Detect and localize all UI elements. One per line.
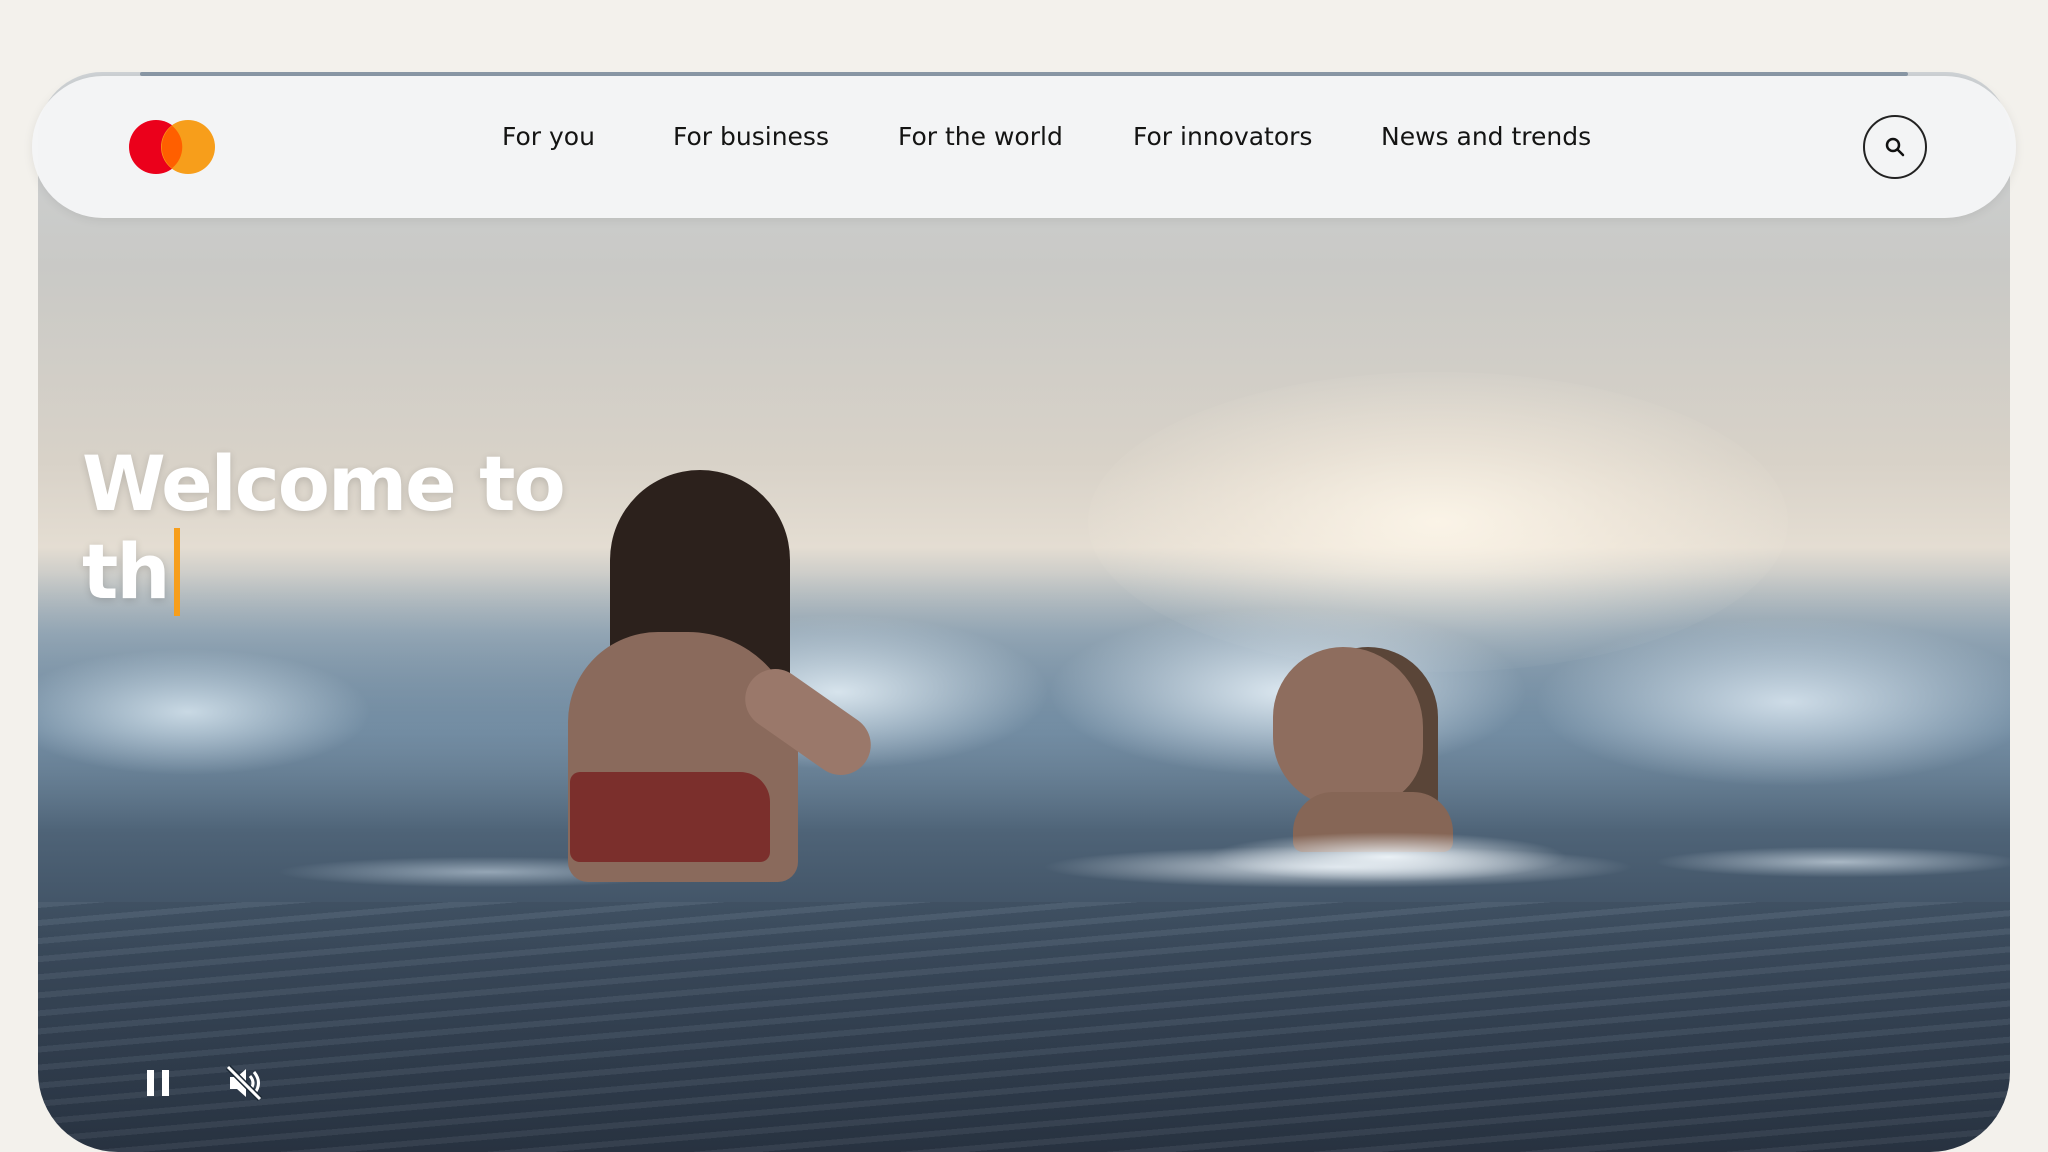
foam-around-swimmer [1208,832,1568,882]
nav-item-for-the-world[interactable]: For the world [898,122,1063,151]
search-icon [1885,137,1905,157]
nav-item-news-and-trends[interactable]: News and trends [1381,122,1591,151]
nav-links: For you For business For the world For i… [32,76,2016,218]
foam-line [38,832,2010,902]
main-navigation: For you For business For the world For i… [32,76,2016,218]
pause-button[interactable] [135,1060,181,1106]
search-button[interactable] [1863,115,1927,179]
typing-cursor [174,528,181,616]
muted-speaker-icon [225,1064,263,1102]
headline-line-2: th [82,528,564,616]
nav-item-for-innovators[interactable]: For innovators [1133,122,1312,151]
swimmer-right-head [1273,647,1423,807]
mute-button[interactable] [221,1060,267,1106]
video-controls [135,1060,267,1106]
headline-typed-text: th [82,527,170,616]
headline-line-1: Welcome to [82,439,566,528]
pause-icon [147,1070,169,1096]
swimmer-left-swimsuit [570,772,770,862]
page: Welcome to th For you For business For t… [0,0,2048,1152]
water-ripples [38,902,2010,1152]
hero-headline: Welcome to th [82,439,566,616]
nav-item-for-business[interactable]: For business [673,122,829,151]
nav-item-for-you[interactable]: For you [502,122,595,151]
